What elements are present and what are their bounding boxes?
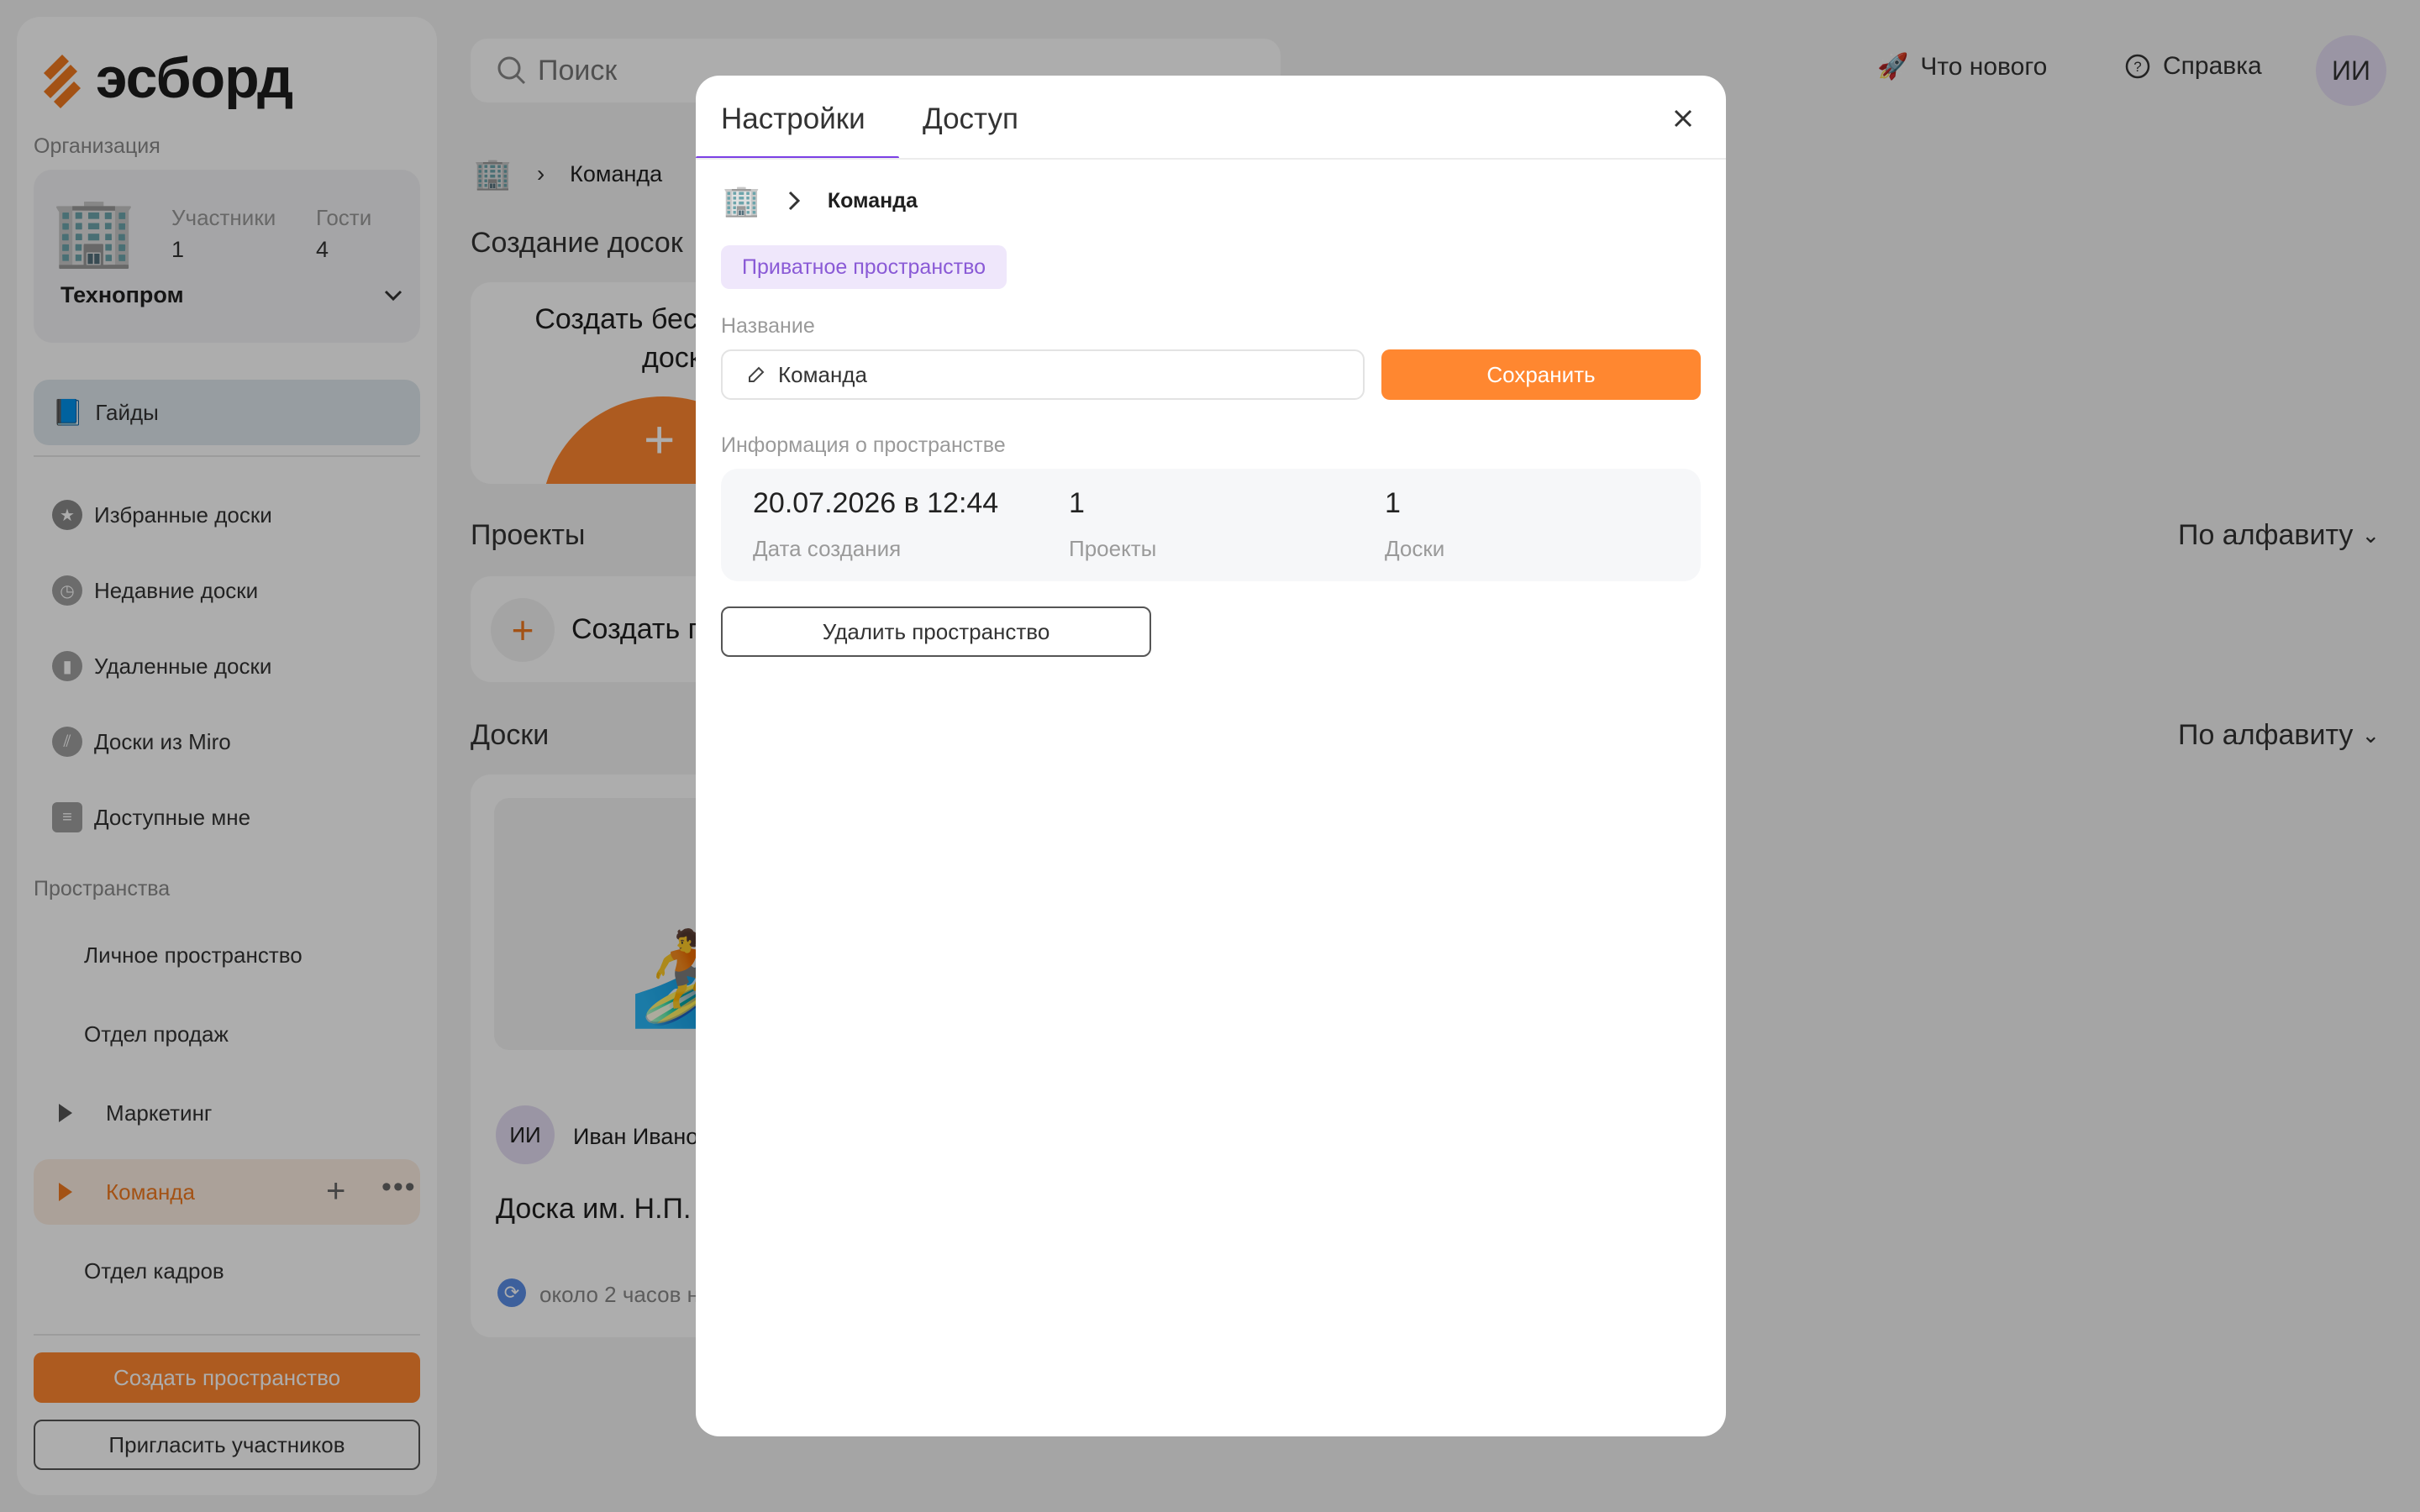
space-name-input[interactable]: Команда [721,349,1365,400]
boards-count-value: 1 [1385,487,1401,519]
building-icon[interactable]: 🏢 [723,183,760,218]
boards-count-label: Доски [1385,536,1445,561]
space-info-box: 20.07.2026 в 12:44 Дата создания 1 Проек… [721,469,1701,581]
delete-space-button[interactable]: Удалить пространство [721,606,1151,657]
pencil-icon [749,366,765,382]
modal-breadcrumb: 🏢 Команда [723,183,918,218]
private-space-badge: Приватное пространство [721,245,1007,289]
close-icon[interactable] [1670,106,1696,131]
created-date-value: 20.07.2026 в 12:44 [753,487,999,519]
projects-count-label: Проекты [1069,536,1157,561]
name-label: Название [721,314,815,338]
save-button[interactable]: Сохранить [1381,349,1701,400]
projects-count-value: 1 [1069,487,1085,519]
breadcrumb-current: Команда [827,188,918,213]
chevron-right-icon [788,191,800,211]
tab-settings[interactable]: Настройки [721,102,865,136]
tabs-divider [696,158,1726,160]
tab-access[interactable]: Доступ [923,102,1018,136]
space-name-value: Команда [778,361,867,387]
space-info-label: Информация о пространстве [721,433,1006,457]
created-date-label: Дата создания [753,536,902,561]
space-settings-modal: Настройки Доступ 🏢 Команда Приватное про… [696,76,1726,1436]
